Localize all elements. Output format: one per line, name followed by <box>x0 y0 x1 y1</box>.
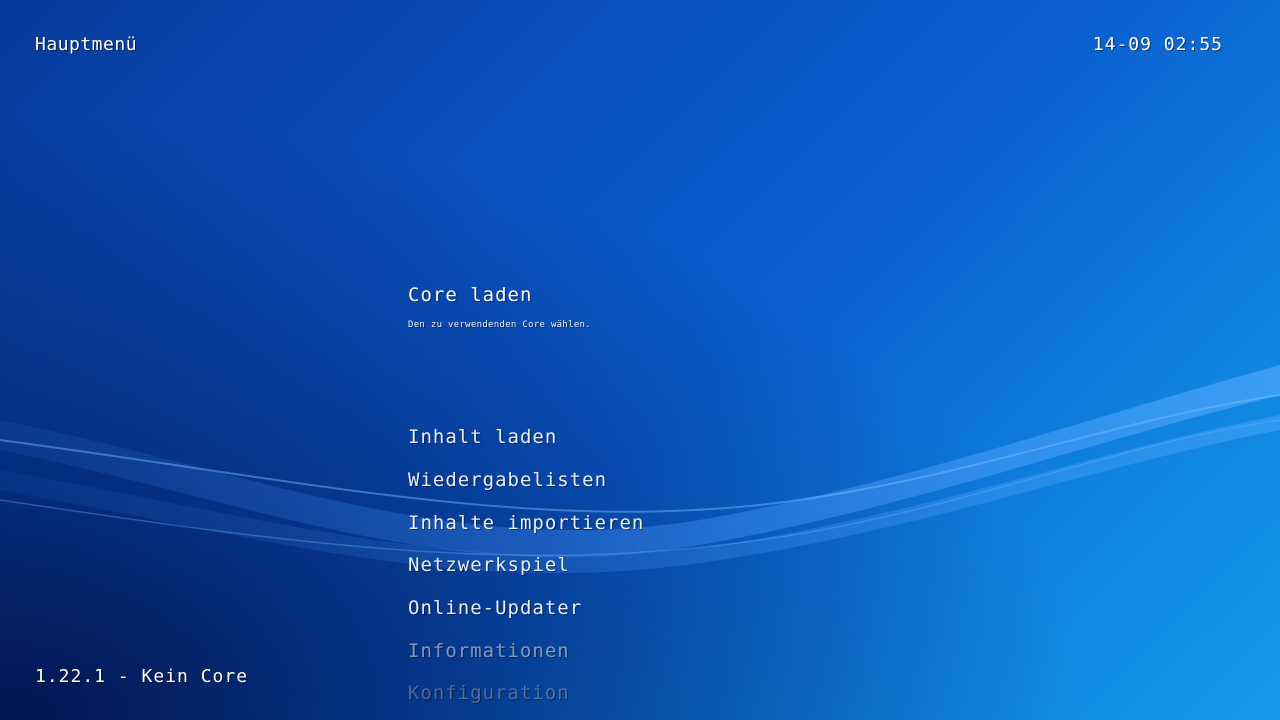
main-menu: Core laden Den zu verwendenden Core wähl… <box>408 0 1008 720</box>
menu-item-load-core[interactable]: Core laden Den zu verwendenden Core wähl… <box>408 284 591 330</box>
page-title: Hauptmenü <box>35 34 138 55</box>
menu-item-configuration[interactable]: Konfiguration <box>408 682 570 704</box>
menu-item-load-content[interactable]: Inhalt laden <box>408 426 557 448</box>
version-status: 1.22.1 - Kein Core <box>35 666 249 687</box>
menu-item-import-content[interactable]: Inhalte importieren <box>408 512 644 534</box>
clock: 14-09 02:55 <box>1092 34 1223 55</box>
menu-item-label: Core laden <box>408 284 533 306</box>
menu-item-netplay[interactable]: Netzwerkspiel <box>408 554 570 576</box>
menu-item-description: Den zu verwendenden Core wählen. <box>408 320 591 330</box>
menu-item-playlists[interactable]: Wiedergabelisten <box>408 469 607 491</box>
menu-item-online-updater[interactable]: Online-Updater <box>408 597 582 619</box>
menu-item-information[interactable]: Informationen <box>408 640 570 662</box>
